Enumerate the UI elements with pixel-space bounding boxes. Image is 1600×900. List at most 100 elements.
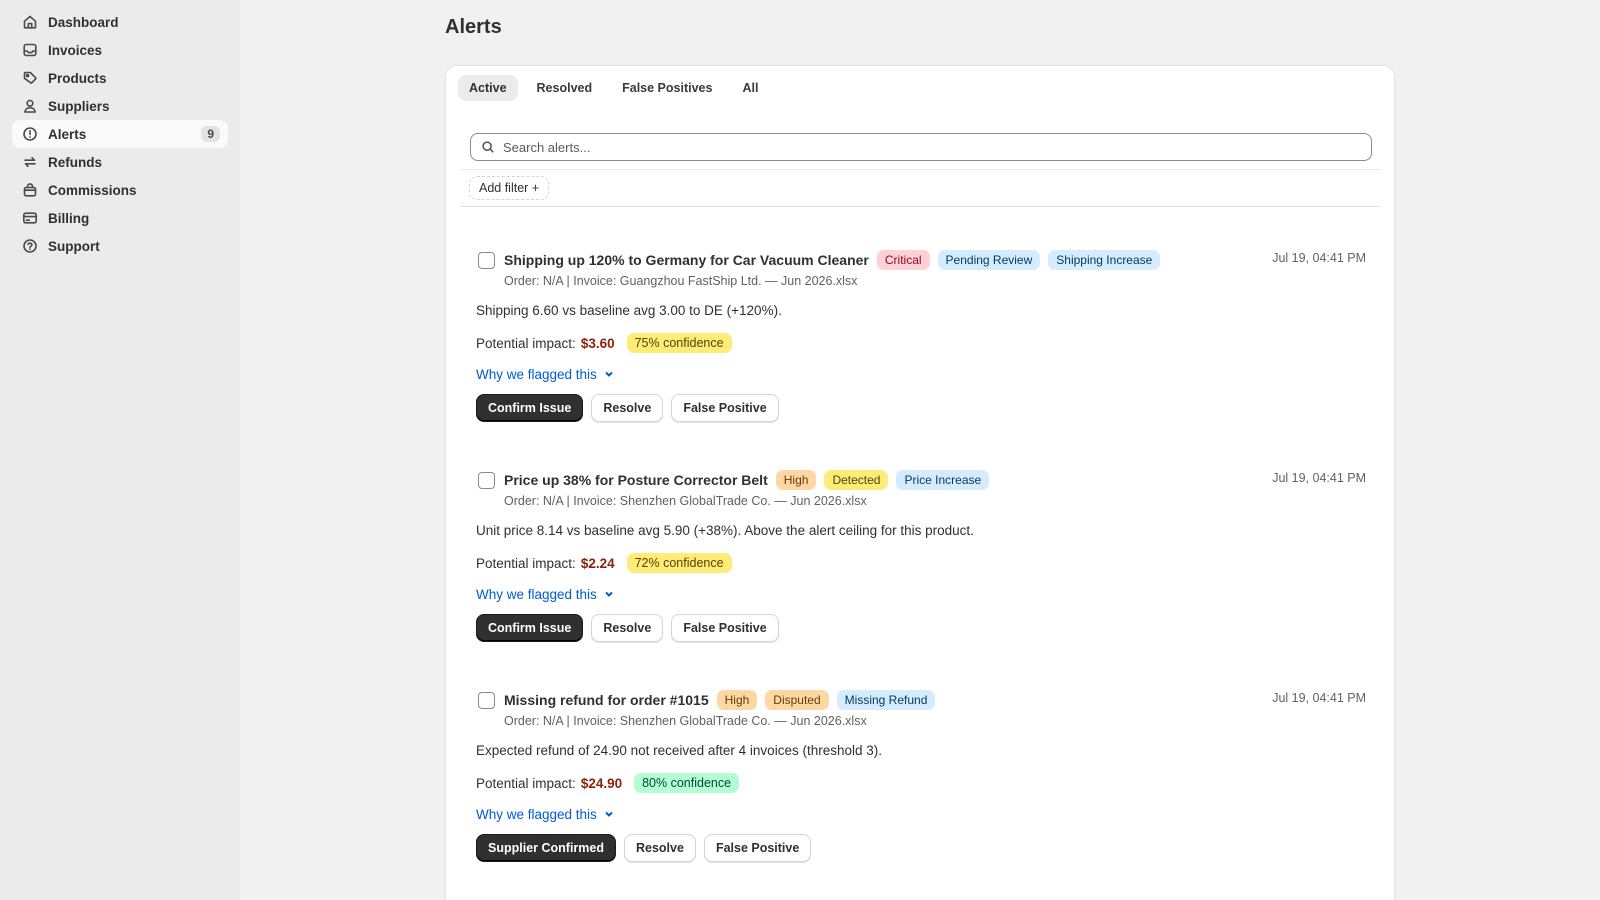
tab-resolved[interactable]: Resolved xyxy=(526,75,604,101)
alert-timestamp: Jul 19, 04:41 PM xyxy=(1272,251,1366,265)
alerts-count-badge: 9 xyxy=(201,126,220,142)
confirm-issue-button[interactable]: Confirm Issue xyxy=(476,614,584,642)
status-badge: Detected xyxy=(824,470,889,490)
alert-title: Price up 38% for Posture Corrector Belt xyxy=(504,472,768,488)
inbox-icon xyxy=(22,42,38,58)
why-flagged-link[interactable]: Why we flagged this xyxy=(476,365,1366,383)
confirm-issue-button[interactable]: Confirm Issue xyxy=(476,394,584,422)
sidebar-item-label: Support xyxy=(48,238,100,254)
false-positive-button[interactable]: False Positive xyxy=(703,834,812,862)
alert-actions: Confirm Issue Resolve False Positive xyxy=(476,394,1366,422)
alert-checkbox[interactable] xyxy=(478,251,495,269)
sidebar-item-label: Suppliers xyxy=(48,98,110,114)
alert-checkbox[interactable] xyxy=(478,691,495,709)
sidebar: Dashboard Invoices Products Suppliers Al… xyxy=(0,0,240,900)
sidebar-item-label: Products xyxy=(48,70,107,86)
search-icon xyxy=(482,141,494,153)
sidebar-item-support[interactable]: Support xyxy=(12,232,228,260)
alert-item: Price up 38% for Posture Corrector Belt … xyxy=(476,469,1366,642)
why-flagged-label: Why we flagged this xyxy=(476,806,597,822)
impact-label: Potential impact: xyxy=(476,335,576,351)
alert-timestamp: Jul 19, 04:41 PM xyxy=(1272,691,1366,705)
tab-all[interactable]: All xyxy=(731,75,769,101)
bag-icon xyxy=(22,182,38,198)
sidebar-item-suppliers[interactable]: Suppliers xyxy=(12,92,228,120)
resolve-button[interactable]: Resolve xyxy=(591,614,664,642)
sidebar-item-invoices[interactable]: Invoices xyxy=(12,36,228,64)
alert-actions: Supplier Confirmed Resolve False Positiv… xyxy=(476,834,1366,862)
sidebar-item-billing[interactable]: Billing xyxy=(12,204,228,232)
alert-item: Shipping up 120% to Germany for Car Vacu… xyxy=(476,249,1366,422)
alert-circle-icon xyxy=(22,126,38,142)
alert-title: Shipping up 120% to Germany for Car Vacu… xyxy=(504,252,869,268)
severity-badge: High xyxy=(775,470,817,490)
why-flagged-link[interactable]: Why we flagged this xyxy=(476,805,1366,823)
sidebar-item-label: Refunds xyxy=(48,154,102,170)
type-badge: Price Increase xyxy=(896,470,990,490)
why-flagged-label: Why we flagged this xyxy=(476,366,597,382)
impact-row: Potential impact: $3.60 75% confidence xyxy=(476,333,1366,353)
why-flagged-link[interactable]: Why we flagged this xyxy=(476,585,1366,603)
resolve-button[interactable]: Resolve xyxy=(623,834,696,862)
type-badge: Missing Refund xyxy=(836,690,936,710)
search-input[interactable] xyxy=(503,139,1361,155)
alerts-card: Active Resolved False Positives All Add … xyxy=(445,65,1395,900)
question-circle-icon xyxy=(22,238,38,254)
alert-tabs: Active Resolved False Positives All xyxy=(458,75,773,101)
divider xyxy=(460,169,1381,170)
sidebar-item-refunds[interactable]: Refunds xyxy=(12,148,228,176)
severity-badge: High xyxy=(716,690,758,710)
sidebar-item-label: Commissions xyxy=(48,182,137,198)
why-flagged-label: Why we flagged this xyxy=(476,586,597,602)
alert-title: Missing refund for order #1015 xyxy=(504,692,709,708)
chevron-down-icon xyxy=(605,811,613,817)
tab-active[interactable]: Active xyxy=(458,75,518,101)
alert-meta: Order: N/A | Invoice: Shenzhen GlobalTra… xyxy=(504,714,867,728)
sidebar-item-alerts[interactable]: Alerts 9 xyxy=(12,120,228,148)
alert-actions: Confirm Issue Resolve False Positive xyxy=(476,614,1366,642)
credit-card-icon xyxy=(22,210,38,226)
alert-item: Missing refund for order #1015 High Disp… xyxy=(476,689,1366,862)
impact-row: Potential impact: $24.90 80% confidence xyxy=(476,773,1366,793)
person-icon xyxy=(22,98,38,114)
divider xyxy=(460,206,1381,207)
impact-amount: $24.90 xyxy=(580,775,623,791)
impact-label: Potential impact: xyxy=(476,775,576,791)
refresh-icon xyxy=(22,154,38,170)
supplier-confirmed-button[interactable]: Supplier Confirmed xyxy=(476,834,616,862)
impact-label: Potential impact: xyxy=(476,555,576,571)
alert-description: Unit price 8.14 vs baseline avg 5.90 (+3… xyxy=(476,523,974,538)
severity-badge: Critical xyxy=(876,250,930,270)
impact-amount: $3.60 xyxy=(580,335,615,351)
sidebar-item-dashboard[interactable]: Dashboard xyxy=(12,8,228,36)
sidebar-item-commissions[interactable]: Commissions xyxy=(12,176,228,204)
sidebar-item-products[interactable]: Products xyxy=(12,64,228,92)
alert-checkbox[interactable] xyxy=(478,471,495,489)
sidebar-item-label: Alerts xyxy=(48,126,87,142)
status-badge: Pending Review xyxy=(937,250,1041,270)
alert-meta: Order: N/A | Invoice: Guangzhou FastShip… xyxy=(504,274,858,288)
chevron-down-icon xyxy=(605,371,613,377)
tag-icon xyxy=(22,70,38,86)
search-box xyxy=(470,133,1372,161)
false-positive-button[interactable]: False Positive xyxy=(671,394,779,422)
type-badge: Shipping Increase xyxy=(1048,250,1161,270)
sidebar-item-label: Invoices xyxy=(48,42,103,58)
add-filter-button[interactable]: Add filter + xyxy=(469,176,550,200)
false-positive-button[interactable]: False Positive xyxy=(671,614,779,642)
page-title: Alerts xyxy=(445,16,502,38)
alert-meta: Order: N/A | Invoice: Shenzhen GlobalTra… xyxy=(504,494,867,508)
alert-description: Shipping 6.60 vs baseline avg 3.00 to DE… xyxy=(476,303,782,318)
tab-false-positives[interactable]: False Positives xyxy=(611,75,723,101)
confidence-badge: 80% confidence xyxy=(634,773,740,793)
resolve-button[interactable]: Resolve xyxy=(591,394,664,422)
alert-description: Expected refund of 24.90 not received af… xyxy=(476,743,882,758)
chevron-down-icon xyxy=(605,591,613,597)
sidebar-item-label: Billing xyxy=(48,210,90,226)
status-badge: Disputed xyxy=(765,690,829,710)
confidence-badge: 75% confidence xyxy=(626,333,732,353)
sidebar-item-label: Dashboard xyxy=(48,14,119,30)
impact-amount: $2.24 xyxy=(580,555,615,571)
impact-row: Potential impact: $2.24 72% confidence xyxy=(476,553,1366,573)
home-icon xyxy=(22,14,38,30)
